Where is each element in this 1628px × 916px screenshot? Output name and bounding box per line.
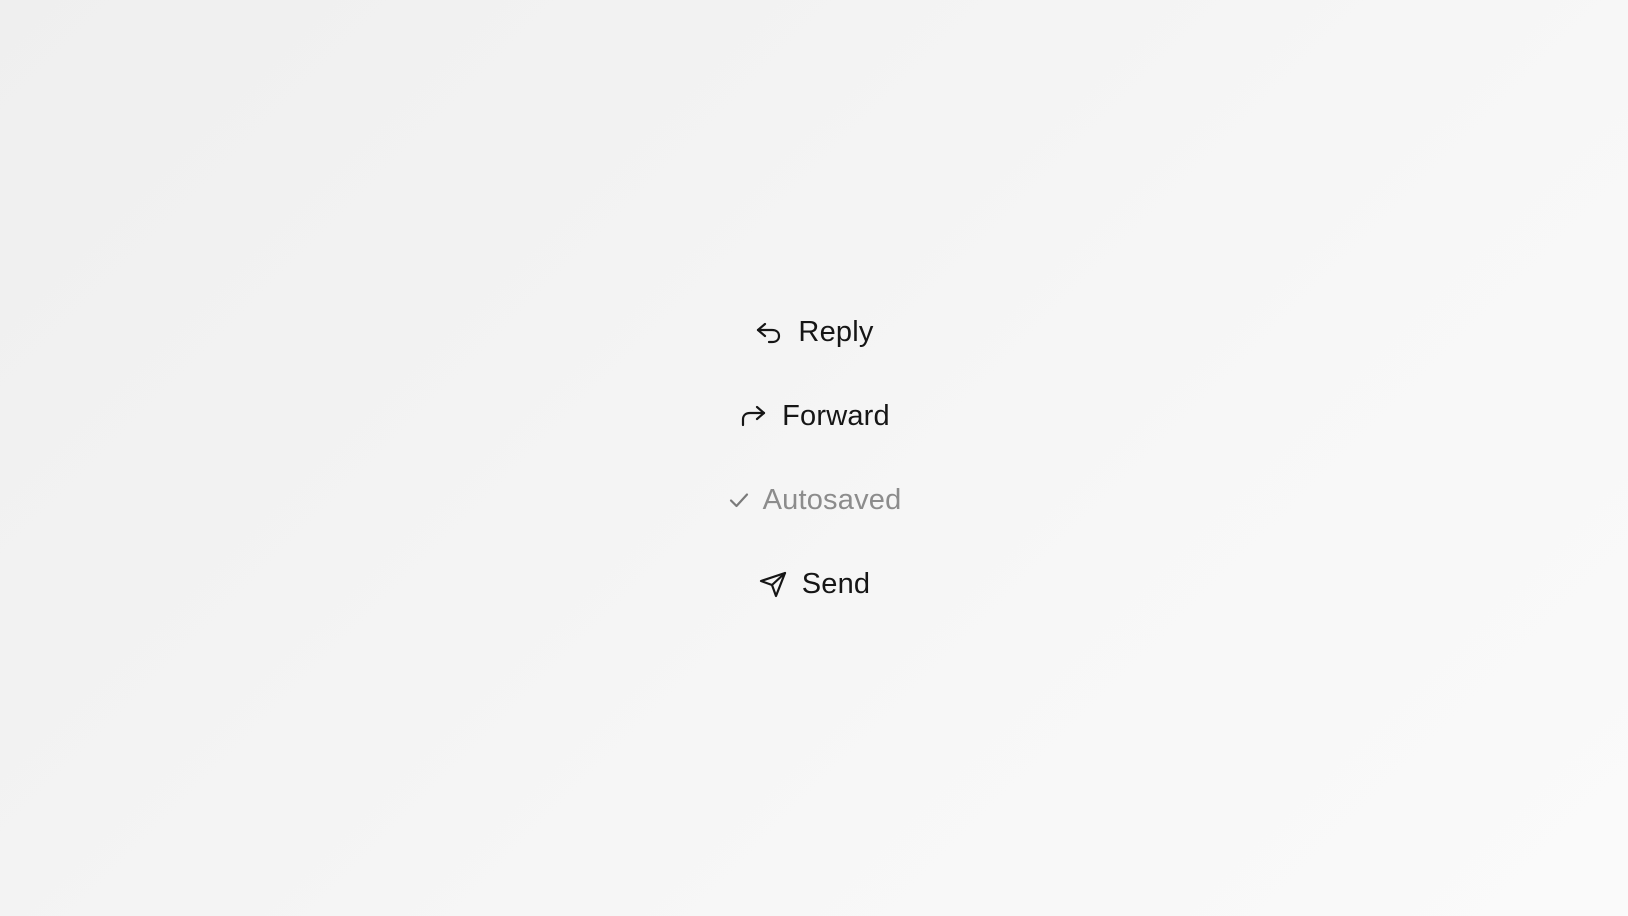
forward-button[interactable]: Forward bbox=[0, 390, 1628, 442]
paper-plane-icon bbox=[758, 569, 788, 599]
send-label: Send bbox=[801, 567, 871, 600]
autosaved-label: Autosaved bbox=[762, 483, 902, 516]
autosaved-status: Autosaved bbox=[0, 474, 1628, 526]
check-icon bbox=[727, 488, 751, 512]
send-button[interactable]: Send bbox=[0, 558, 1628, 610]
reply-button[interactable]: Reply bbox=[0, 306, 1628, 358]
reply-label: Reply bbox=[798, 315, 874, 348]
action-list: Reply Forward Autosaved Send bbox=[0, 0, 1628, 916]
reply-arrow-icon bbox=[754, 317, 784, 347]
forward-arrow-icon bbox=[738, 401, 768, 431]
forward-label: Forward bbox=[782, 399, 890, 432]
